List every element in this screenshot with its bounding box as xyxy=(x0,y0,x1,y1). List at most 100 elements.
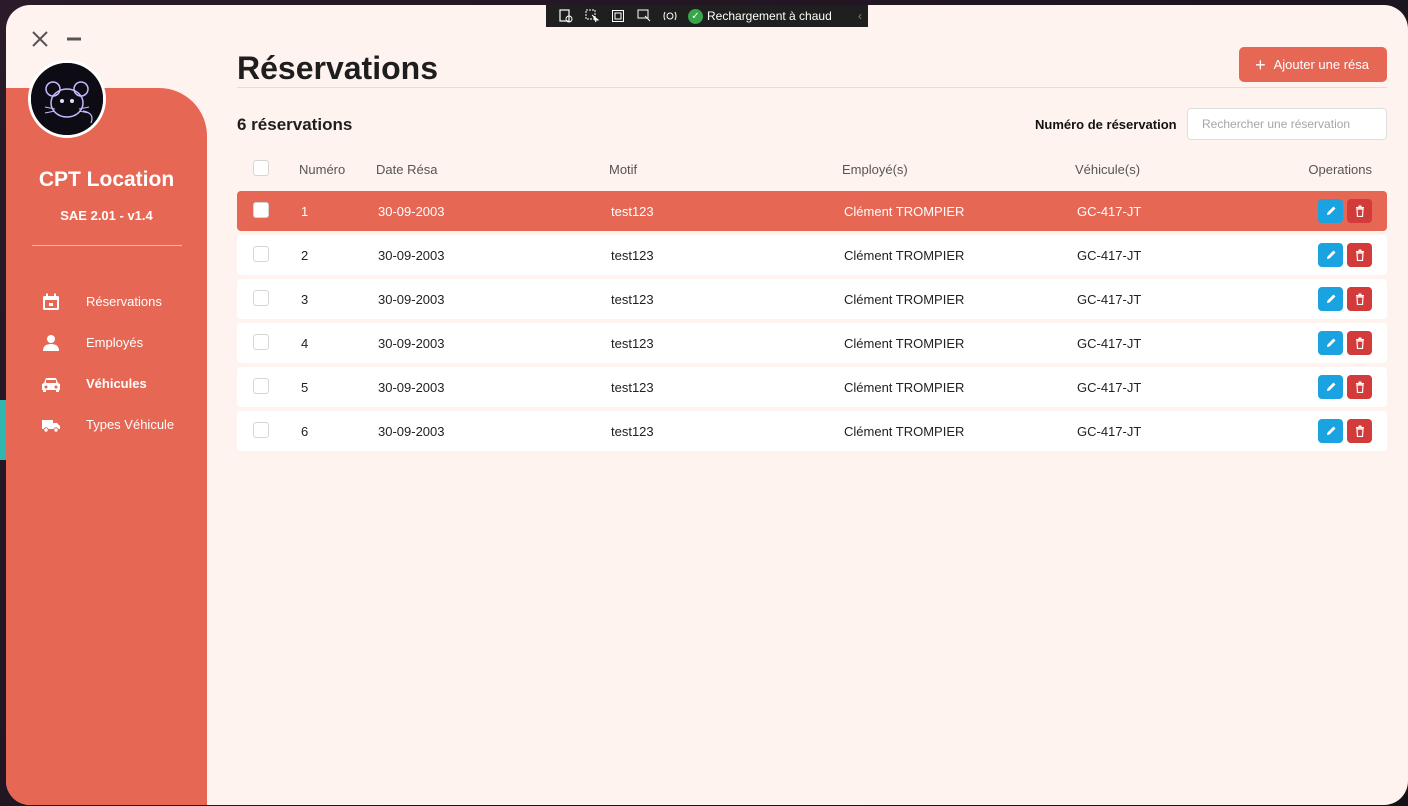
calendar-icon xyxy=(40,291,62,313)
sidebar-divider xyxy=(32,245,182,246)
app-window: CPT Location SAE 2.01 - v1.4 Réservation… xyxy=(6,5,1408,805)
title-divider xyxy=(237,87,1387,88)
trash-icon[interactable] xyxy=(1347,243,1372,267)
cell-employe: Clément TROMPIER xyxy=(844,379,965,395)
cell-employe: Clément TROMPIER xyxy=(844,291,965,307)
window-controls xyxy=(30,29,84,49)
cell-vehicule: GC-417-JT xyxy=(1077,423,1142,439)
cell-numero: 1 xyxy=(301,203,309,219)
table-row[interactable]: 1 30-09-2003 test123 Clément TROMPIER GC… xyxy=(237,191,1387,231)
column-header-motif[interactable]: Motif xyxy=(609,162,842,177)
reservations-table: Numéro Date Résa Motif Employé(s) Véhicu… xyxy=(237,155,1387,451)
column-header-operations: Operations xyxy=(1308,161,1372,177)
trash-icon[interactable] xyxy=(1347,199,1372,223)
layout-adorners-icon[interactable] xyxy=(610,8,626,24)
edit-icon[interactable] xyxy=(1318,419,1343,443)
row-checkbox[interactable] xyxy=(253,245,269,262)
collapse-toolbar-icon[interactable]: ‹ xyxy=(858,9,862,23)
select-element-icon[interactable] xyxy=(584,8,600,24)
cell-motif: test123 xyxy=(611,203,654,219)
cell-employe: Clément TROMPIER xyxy=(844,247,965,263)
accessibility-icon[interactable] xyxy=(662,8,678,24)
trash-icon[interactable] xyxy=(1347,375,1372,399)
row-checkbox[interactable] xyxy=(253,333,269,350)
plus-icon: + xyxy=(1255,54,1266,75)
hot-reload-label[interactable]: Rechargement à chaud xyxy=(707,9,832,23)
select-all-checkbox[interactable] xyxy=(253,159,269,176)
edit-icon[interactable] xyxy=(1318,375,1343,399)
sidebar-item-label: Types Véhicule xyxy=(86,417,175,432)
sidebar-item-employes[interactable]: Employés xyxy=(6,322,207,363)
column-header-employes[interactable]: Employé(s) xyxy=(842,162,1075,177)
table-row[interactable]: 2 30-09-2003 test123 Clément TROMPIER GC… xyxy=(237,235,1387,275)
cell-numero: 2 xyxy=(301,247,309,263)
main-content: Réservations + Ajouter une résa 6 réserv… xyxy=(237,5,1387,805)
edit-icon[interactable] xyxy=(1318,199,1343,223)
table-row[interactable]: 3 30-09-2003 test123 Clément TROMPIER GC… xyxy=(237,279,1387,319)
cell-numero: 6 xyxy=(301,423,309,439)
sidebar: CPT Location SAE 2.01 - v1.4 Réservation… xyxy=(6,88,207,805)
cell-numero: 3 xyxy=(301,291,309,307)
search-input[interactable] xyxy=(1187,108,1387,140)
page-title: Réservations xyxy=(237,50,438,86)
sidebar-item-reservations[interactable]: Réservations xyxy=(6,281,207,322)
live-tree-icon[interactable] xyxy=(558,8,574,24)
reservation-count: 6 réservations xyxy=(237,115,353,134)
row-checkbox[interactable] xyxy=(253,377,269,394)
cell-motif: test123 xyxy=(611,291,654,307)
edit-icon[interactable] xyxy=(1318,331,1343,355)
table-row[interactable]: 5 30-09-2003 test123 Clément TROMPIER GC… xyxy=(237,367,1387,407)
table-header: Numéro Date Résa Motif Employé(s) Véhicu… xyxy=(237,155,1387,183)
cell-motif: test123 xyxy=(611,379,654,395)
cell-date: 30-09-2003 xyxy=(378,291,445,307)
cell-vehicule: GC-417-JT xyxy=(1077,291,1142,307)
column-header-vehicules[interactable]: Véhicule(s) xyxy=(1075,162,1275,177)
sidebar-nav: Réservations Employés Véhicules Types Vé… xyxy=(6,281,207,445)
cell-numero: 5 xyxy=(301,379,309,395)
row-checkbox[interactable] xyxy=(253,201,269,218)
sidebar-item-vehicules[interactable]: Véhicules xyxy=(6,363,207,404)
row-checkbox[interactable] xyxy=(253,421,269,438)
cell-date: 30-09-2003 xyxy=(378,423,445,439)
track-focus-icon[interactable] xyxy=(636,8,652,24)
cell-motif: test123 xyxy=(611,335,654,351)
close-icon[interactable] xyxy=(30,29,50,49)
cell-motif: test123 xyxy=(611,423,654,439)
cell-date: 30-09-2003 xyxy=(378,247,445,263)
truck-icon xyxy=(40,414,62,436)
cell-employe: Clément TROMPIER xyxy=(844,335,965,351)
sidebar-item-label: Employés xyxy=(86,335,144,350)
cell-vehicule: GC-417-JT xyxy=(1077,247,1142,263)
table-row[interactable]: 6 30-09-2003 test123 Clément TROMPIER GC… xyxy=(237,411,1387,451)
cell-vehicule: GC-417-JT xyxy=(1077,379,1142,395)
row-checkbox[interactable] xyxy=(253,289,269,306)
cell-motif: test123 xyxy=(611,247,654,263)
cell-date: 30-09-2003 xyxy=(378,335,445,351)
app-version: SAE 2.01 - v1.4 xyxy=(60,208,153,223)
minimize-icon[interactable] xyxy=(64,29,84,49)
add-reservation-label: Ajouter une résa xyxy=(1273,57,1369,72)
trash-icon[interactable] xyxy=(1347,419,1372,443)
app-logo-avatar xyxy=(28,60,106,138)
cell-employe: Clément TROMPIER xyxy=(844,203,965,219)
search-label: Numéro de réservation xyxy=(1035,117,1177,132)
add-reservation-button[interactable]: + Ajouter une résa xyxy=(1239,47,1387,82)
cell-date: 30-09-2003 xyxy=(378,203,445,219)
cell-date: 30-09-2003 xyxy=(378,379,445,395)
edit-icon[interactable] xyxy=(1318,287,1343,311)
cell-employe: Clément TROMPIER xyxy=(844,423,965,439)
cell-vehicule: GC-417-JT xyxy=(1077,335,1142,351)
column-header-date[interactable]: Date Résa xyxy=(376,162,609,177)
cell-numero: 4 xyxy=(301,335,309,351)
table-row[interactable]: 4 30-09-2003 test123 Clément TROMPIER GC… xyxy=(237,323,1387,363)
column-header-numero[interactable]: Numéro xyxy=(299,162,376,177)
sidebar-item-label: Réservations xyxy=(86,294,162,309)
edit-icon[interactable] xyxy=(1318,243,1343,267)
sidebar-item-types-vehicule[interactable]: Types Véhicule xyxy=(6,404,207,445)
car-icon xyxy=(40,373,62,395)
trash-icon[interactable] xyxy=(1347,331,1372,355)
hot-reload-status-icon: ✓ xyxy=(688,8,703,24)
trash-icon[interactable] xyxy=(1347,287,1372,311)
xaml-debug-toolbar: ✓ Rechargement à chaud ‹ xyxy=(546,5,868,27)
person-icon xyxy=(40,332,62,354)
